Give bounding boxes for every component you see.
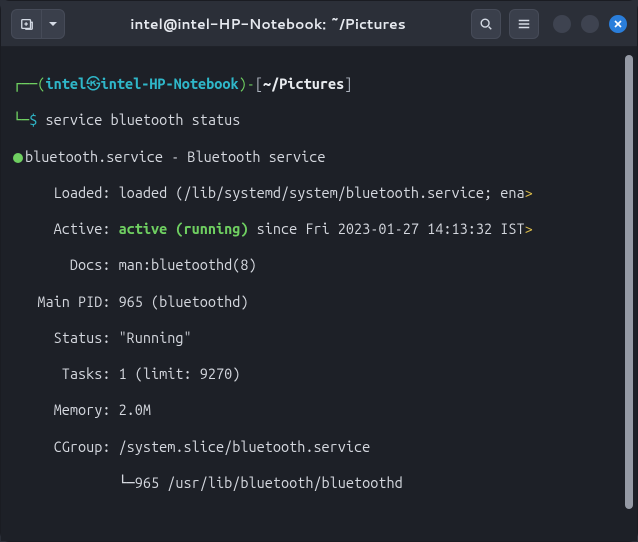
scrollbar[interactable] [625,55,633,509]
new-tab-dropdown[interactable] [41,9,65,39]
loaded-line: Loaded: loaded (/lib/systemd/system/blue… [13,184,633,202]
new-tab-button[interactable] [11,9,41,39]
prompt-line-1: ┌──(intel㉿intel-HP-Notebook)-[~/Pictures… [13,75,633,93]
tasks-line: Tasks: 1 (limit: 9270) [13,365,633,383]
cgroup-line: CGroup: /system.slice/bluetooth.service [13,438,633,456]
window-title: intel@intel-HP-Notebook: ~/Pictures [73,14,463,34]
prompt-corner: ┌──( [13,75,45,92]
prompt-bracket-close: ] [344,75,352,92]
maximize-button[interactable] [581,15,599,33]
prompt-bracket-open: [ [255,75,263,92]
pid-line: Main PID: 965 (bluetoothd) [13,293,633,311]
close-icon [613,19,623,29]
prompt-corner2: └─ [13,111,29,128]
status-dot-icon [13,153,23,163]
chevron-down-icon [48,19,58,29]
terminal-viewport[interactable]: ┌──(intel㉿intel-HP-Notebook)-[~/Pictures… [1,47,637,541]
prompt-close: )- [239,75,255,92]
hamburger-icon [517,17,531,31]
overflow-marker: > [525,184,533,201]
search-button[interactable] [471,9,501,39]
service-header: bluetooth.service - Bluetooth service [13,148,633,166]
active-line: Active: active (running) since Fri 2023-… [13,220,633,238]
window-controls [553,15,627,33]
titlebar: intel@intel-HP-Notebook: ~/Pictures [1,1,637,47]
command-text: service bluetooth status [37,111,240,128]
memory-line: Memory: 2.0M [13,401,633,419]
close-button[interactable] [609,15,627,33]
prompt-host: intel-HP-Notebook [101,75,239,92]
new-tab-split [11,9,65,39]
new-tab-icon [20,17,34,31]
blank-line [13,510,633,528]
cgroup-tree-line: └─965 /usr/lib/bluetooth/bluetoothd [13,474,633,492]
status-line: Status: "Running" [13,329,633,347]
overflow-marker: > [525,220,533,237]
service-name: bluetooth.service - Bluetooth service [25,148,325,165]
minimize-button[interactable] [553,15,571,33]
active-state: active (running) [119,220,249,237]
menu-button[interactable] [509,9,539,39]
search-icon [479,17,493,31]
prompt-user: intel [45,75,86,92]
prompt-line-2: └─$ service bluetooth status [13,111,633,129]
prompt-at: ㉿ [86,75,101,92]
prompt-path: ~/Pictures [263,75,344,92]
docs-line: Docs: man:bluetoothd(8) [13,256,633,274]
